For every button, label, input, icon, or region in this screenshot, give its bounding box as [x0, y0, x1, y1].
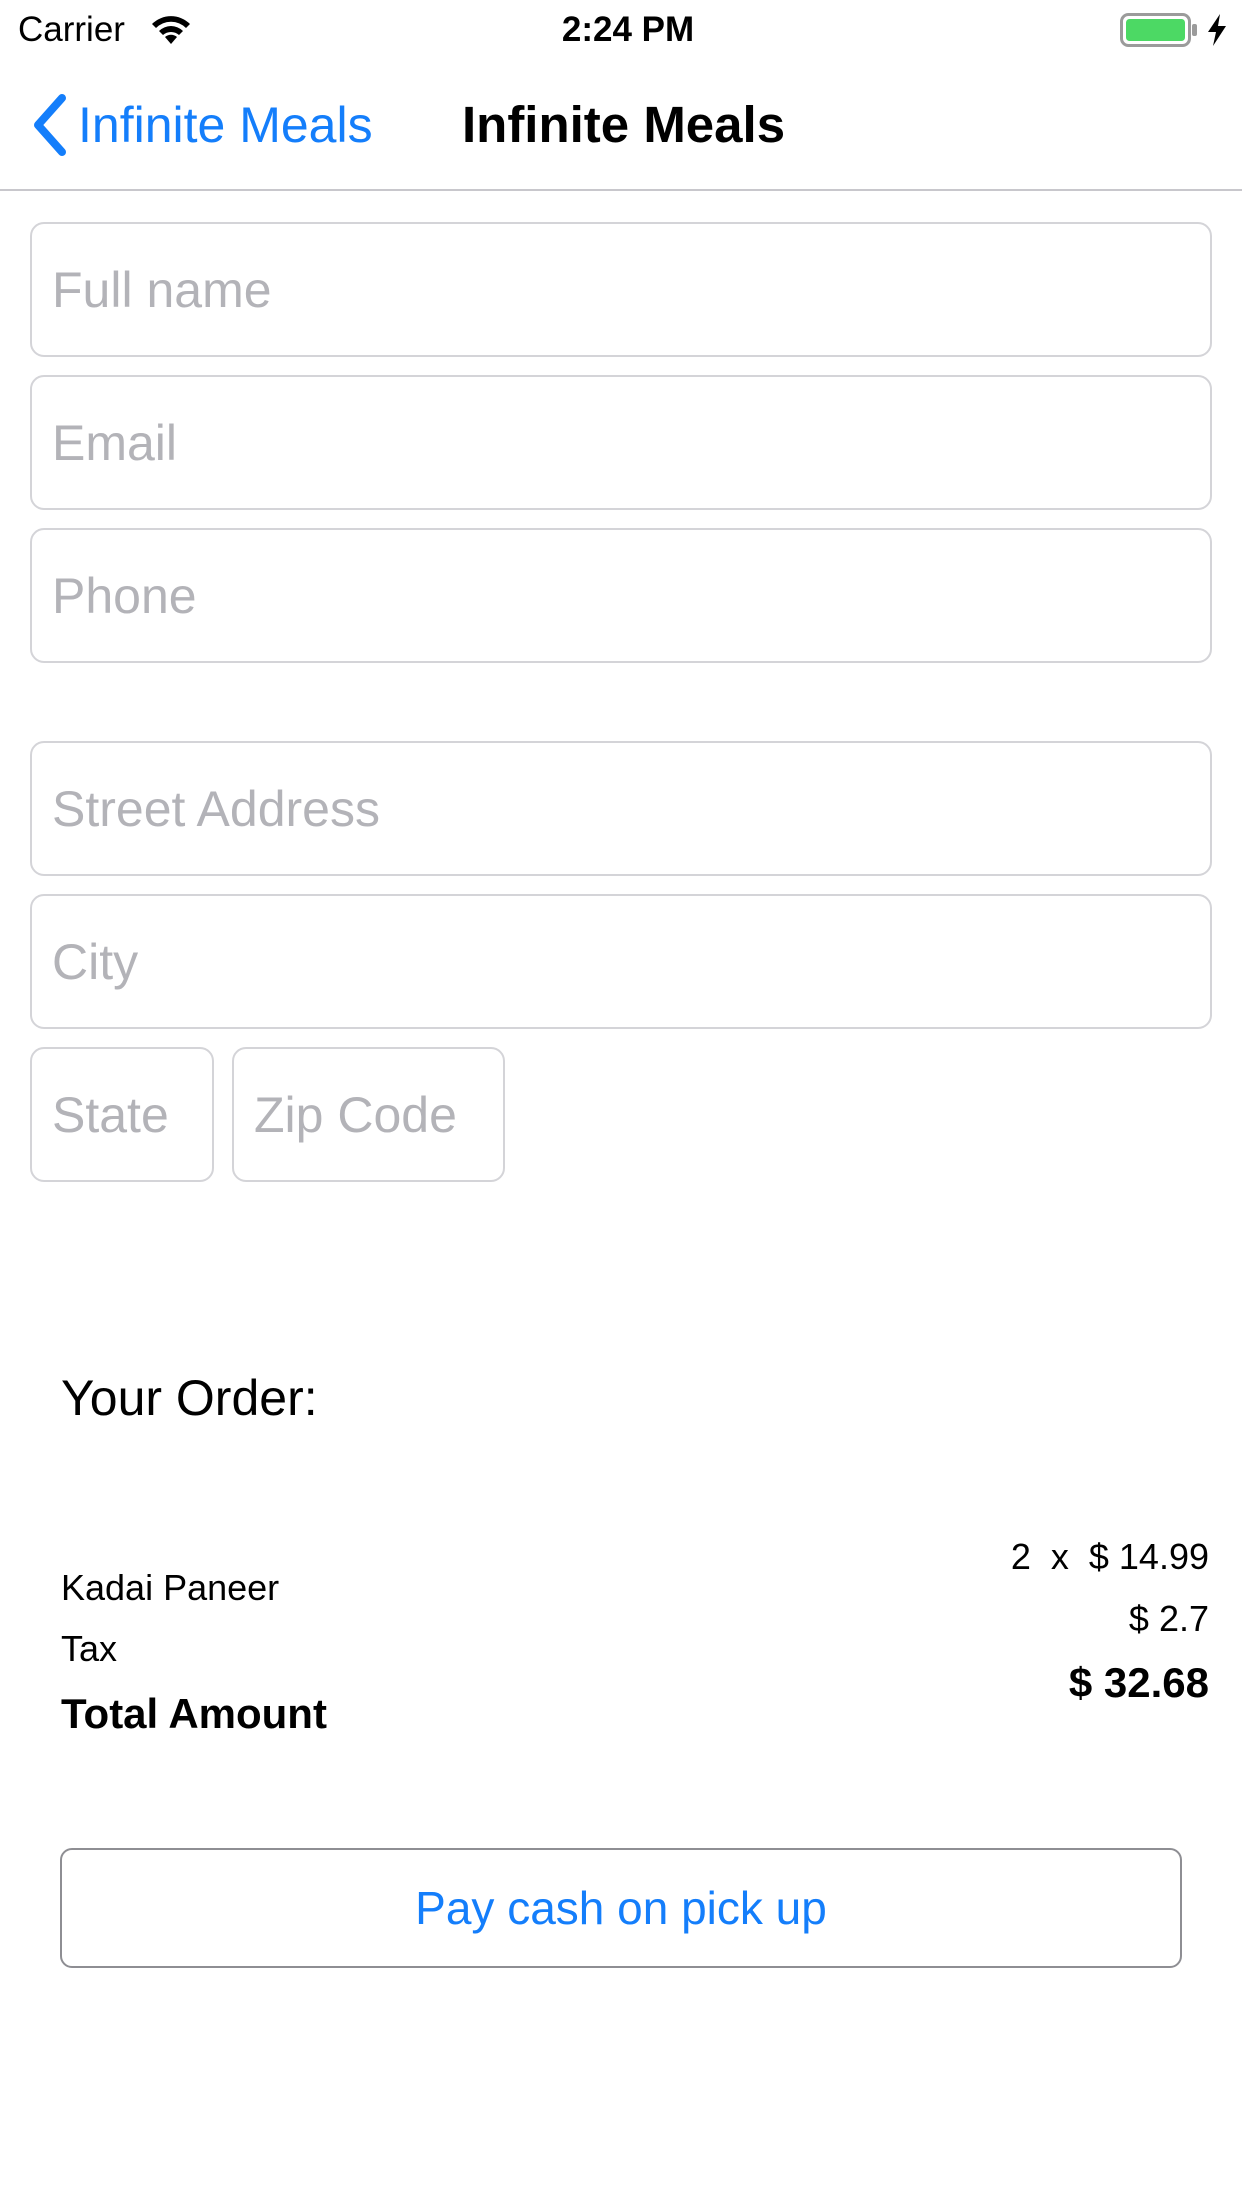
item-name: Kadai Paneer: [61, 1567, 280, 1608]
status-time: 2:24 PM: [561, 10, 695, 49]
page-title: Infinite Meals: [462, 96, 786, 153]
full-name-field[interactable]: [30, 222, 1212, 357]
email-field[interactable]: [30, 375, 1212, 510]
navigation-bar: Infinite Meals Infinite Meals: [0, 60, 1242, 191]
phone-field[interactable]: [30, 528, 1212, 663]
charging-bolt-icon: [1208, 14, 1226, 46]
pay-cash-button[interactable]: Pay cash on pick up: [60, 1848, 1182, 1968]
zip-code-field[interactable]: [232, 1047, 505, 1182]
city-field[interactable]: [30, 894, 1212, 1029]
total-amount-label: Total Amount: [61, 1690, 327, 1737]
state-field[interactable]: [30, 1047, 214, 1182]
battery-icon: [1120, 13, 1197, 47]
back-button[interactable]: Infinite Meals: [30, 90, 373, 160]
chevron-left-icon: [34, 94, 66, 156]
street-address-field[interactable]: [30, 741, 1212, 876]
status-bar: Carrier 2:24 PM: [0, 0, 1242, 60]
total-amount-value: $ 32.68: [1068, 1659, 1209, 1706]
back-button-label: Infinite Meals: [78, 97, 373, 153]
order-heading: Your Order:: [61, 1370, 318, 1426]
tax-value: $ 2.7: [1128, 1598, 1209, 1639]
tax-label: Tax: [61, 1628, 118, 1669]
item-quantity-price: 2 x $ 14.99: [1010, 1536, 1209, 1577]
